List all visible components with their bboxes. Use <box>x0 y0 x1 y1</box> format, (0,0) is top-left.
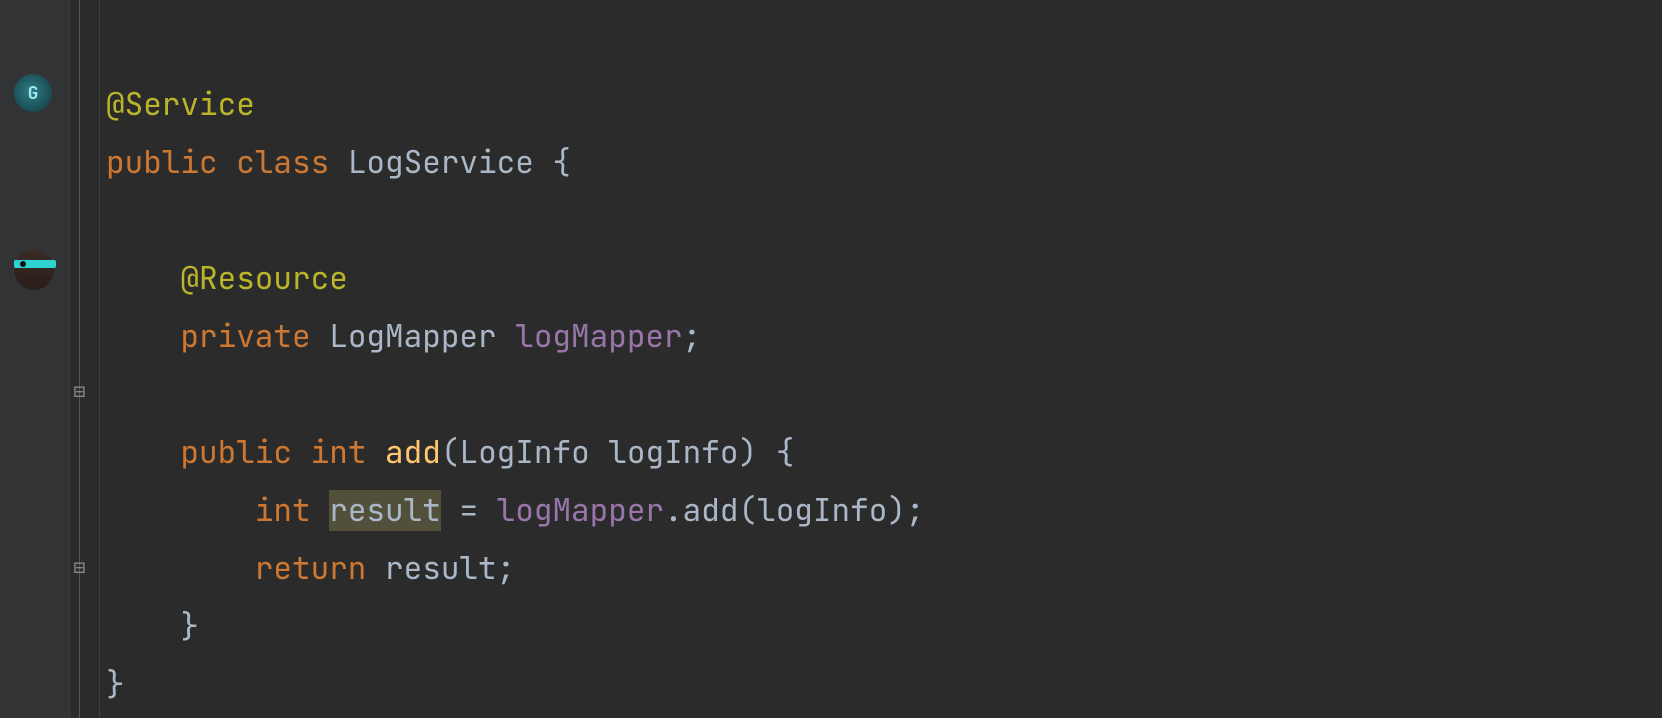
fold-toggle-icon[interactable]: ⊟ <box>70 382 89 401</box>
highlighted-variable: result <box>329 490 441 531</box>
swirl-icon: G <box>14 74 52 112</box>
keyword-token: int <box>255 490 311 531</box>
field-ref-token: logMapper <box>497 490 664 531</box>
paren-token: ( <box>738 490 757 531</box>
keyword-token: public <box>106 142 218 183</box>
dot-token: . <box>664 490 683 531</box>
code-line: return result; <box>106 548 515 589</box>
semicolon-token: ; <box>906 490 925 531</box>
param-token: logInfo <box>608 432 738 473</box>
annotation-token: @Resource <box>180 258 347 299</box>
code-line: } <box>106 606 199 647</box>
variable-token: result <box>329 490 441 531</box>
code-fold-gutter: ⊟ ⊟ <box>70 0 100 718</box>
method-call-token: add <box>683 490 739 531</box>
semicolon-token: ; <box>497 548 516 589</box>
operator-token: = <box>441 490 497 531</box>
paren-token: ( <box>441 432 460 473</box>
field-token: logMapper <box>515 316 682 357</box>
code-line: @Resource <box>106 258 348 299</box>
code-line: public class LogService { <box>106 142 571 183</box>
type-token: LogInfo <box>459 432 589 473</box>
spring-service-gutter-icon[interactable]: G <box>14 74 54 114</box>
class-name-token: LogService <box>348 142 534 183</box>
brace-token: { <box>757 432 794 473</box>
brace-token: } <box>106 664 125 705</box>
ninja-icon <box>14 250 54 290</box>
brace-token: } <box>180 606 199 647</box>
editor-gutter: G ▶ ▶ <box>0 0 70 718</box>
code-line <box>106 374 125 415</box>
code-line: int result = logMapper.add(logInfo); <box>106 490 925 531</box>
code-line: } <box>106 664 125 705</box>
code-editor[interactable]: @Service public class LogService { @Reso… <box>100 0 1662 718</box>
type-token: LogMapper <box>329 316 496 357</box>
semicolon-token: ; <box>683 316 702 357</box>
keyword-token: public <box>180 432 292 473</box>
paren-token: ) <box>738 432 757 473</box>
keyword-token: int <box>311 432 367 473</box>
keyword-token: private <box>180 316 310 357</box>
annotation-token: @Service <box>106 84 255 125</box>
arg-token: logInfo <box>757 490 887 531</box>
keyword-token: return <box>255 548 367 589</box>
code-line <box>106 200 125 241</box>
code-line: public int add(LogInfo logInfo) { <box>106 432 794 473</box>
fold-toggle-icon[interactable]: ⊟ <box>70 558 89 577</box>
brace-token: { <box>534 142 571 183</box>
paren-token: ) <box>887 490 906 531</box>
code-line: private LogMapper logMapper; <box>106 316 701 357</box>
keyword-token: class <box>236 142 329 183</box>
variable-token: result <box>385 548 497 589</box>
mybatis-mapper-gutter-icon[interactable] <box>14 250 54 290</box>
method-name-token: add <box>385 432 441 473</box>
code-line: @Service <box>106 84 255 125</box>
